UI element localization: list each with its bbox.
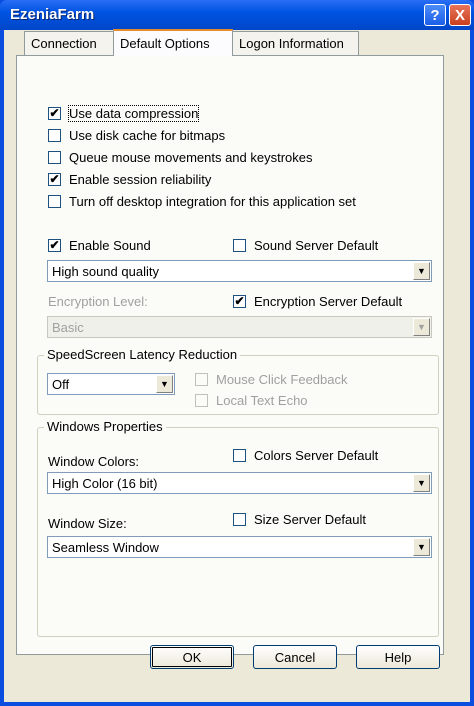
size-server-default-checkbox[interactable] bbox=[233, 512, 246, 526]
mouse-click-feedback-option[interactable]: Mouse Click Feedback bbox=[195, 370, 348, 388]
tab-default-options-label: Default Options bbox=[120, 36, 210, 51]
sound-server-default-option[interactable]: Sound Server Default bbox=[233, 236, 378, 254]
encryption-level-label: Encryption Level: bbox=[48, 293, 148, 309]
window-colors-label: Window Colors: bbox=[48, 453, 140, 469]
desktop-integration-label: Turn off desktop integration for this ap… bbox=[69, 193, 356, 209]
colors-server-default-label: Colors Server Default bbox=[254, 447, 379, 463]
use-compression-label: Use data compression bbox=[67, 104, 200, 122]
encryption-level-select[interactable]: Basic ▼ bbox=[47, 316, 432, 338]
size-server-default-label: Size Server Default bbox=[254, 511, 366, 527]
encryption-level-row: Encryption Level: bbox=[48, 292, 148, 310]
chevron-down-icon[interactable]: ▼ bbox=[413, 262, 430, 280]
ok-button-label: OK bbox=[182, 649, 202, 665]
window-size-select[interactable]: Seamless Window ▼ bbox=[47, 536, 432, 558]
window-colors-value: High Color (16 bit) bbox=[52, 475, 158, 491]
sound-server-default-label: Sound Server Default bbox=[254, 237, 379, 253]
desktop-integration-checkbox[interactable] bbox=[48, 194, 61, 208]
help-titlebar-button[interactable]: ? bbox=[424, 4, 446, 26]
encryption-server-default-checkbox[interactable]: ✔ bbox=[233, 294, 246, 308]
disk-cache-checkbox[interactable] bbox=[48, 128, 61, 142]
use-compression-checkbox[interactable]: ✔ bbox=[48, 106, 61, 120]
encryption-level-value: Basic bbox=[52, 319, 84, 335]
tab-connection[interactable]: Connection bbox=[24, 31, 114, 55]
colors-server-default-checkbox[interactable] bbox=[233, 448, 246, 462]
cancel-button[interactable]: Cancel bbox=[253, 645, 337, 669]
tab-default-options[interactable]: Default Options bbox=[113, 29, 233, 56]
window-size-value: Seamless Window bbox=[52, 539, 159, 555]
queue-mouse-option[interactable]: Queue mouse movements and keystrokes bbox=[48, 148, 313, 166]
session-reliability-checkbox[interactable]: ✔ bbox=[48, 172, 61, 186]
ok-button[interactable]: OK bbox=[150, 645, 234, 669]
local-text-echo-label: Local Text Echo bbox=[216, 392, 308, 408]
enable-sound-label: Enable Sound bbox=[69, 237, 151, 253]
enable-sound-checkbox[interactable]: ✔ bbox=[48, 238, 61, 252]
speedscreen-mode-select[interactable]: Off ▼ bbox=[47, 373, 175, 395]
queue-mouse-label: Queue mouse movements and keystrokes bbox=[69, 149, 313, 165]
tab-logon-information[interactable]: Logon Information bbox=[232, 31, 359, 55]
desktop-integration-option[interactable]: Turn off desktop integration for this ap… bbox=[48, 192, 356, 210]
encryption-server-default-label: Encryption Server Default bbox=[254, 293, 403, 309]
tab-logon-information-label: Logon Information bbox=[239, 36, 344, 51]
close-button[interactable]: X bbox=[449, 4, 471, 26]
mouse-click-feedback-checkbox[interactable] bbox=[195, 372, 208, 386]
local-text-echo-checkbox[interactable] bbox=[195, 393, 208, 407]
close-icon: X bbox=[454, 6, 465, 24]
speedscreen-group-title: SpeedScreen Latency Reduction bbox=[44, 347, 241, 362]
chevron-down-icon[interactable]: ▼ bbox=[413, 318, 430, 336]
sound-quality-select[interactable]: High sound quality ▼ bbox=[47, 260, 432, 282]
speedscreen-mode-value: Off bbox=[52, 376, 70, 392]
session-reliability-option[interactable]: ✔ Enable session reliability bbox=[48, 170, 211, 188]
window-title: EzeniaFarm bbox=[10, 6, 95, 23]
local-text-echo-option[interactable]: Local Text Echo bbox=[195, 391, 308, 409]
use-compression-option[interactable]: ✔ Use data compression bbox=[48, 104, 200, 122]
chevron-down-icon[interactable]: ▼ bbox=[413, 538, 430, 556]
mouse-click-feedback-label: Mouse Click Feedback bbox=[216, 371, 348, 387]
size-server-default-option[interactable]: Size Server Default bbox=[233, 510, 366, 528]
tab-connection-label: Connection bbox=[31, 36, 97, 51]
chevron-down-icon[interactable]: ▼ bbox=[413, 474, 430, 492]
queue-mouse-checkbox[interactable] bbox=[48, 150, 61, 164]
encryption-server-default-option[interactable]: ✔ Encryption Server Default bbox=[233, 292, 402, 310]
windows-properties-group-title: Windows Properties bbox=[44, 419, 166, 434]
enable-sound-option[interactable]: ✔ Enable Sound bbox=[48, 236, 151, 254]
window-size-label: Window Size: bbox=[48, 515, 127, 531]
disk-cache-label: Use disk cache for bitmaps bbox=[69, 127, 226, 143]
disk-cache-option[interactable]: Use disk cache for bitmaps bbox=[48, 126, 225, 144]
colors-server-default-option[interactable]: Colors Server Default bbox=[233, 446, 378, 464]
sound-quality-value: High sound quality bbox=[52, 263, 159, 279]
window-size-row: Window Size: bbox=[48, 514, 127, 532]
cancel-button-label: Cancel bbox=[274, 649, 316, 665]
window-colors-row: Window Colors: bbox=[48, 452, 139, 470]
window-colors-select[interactable]: High Color (16 bit) ▼ bbox=[47, 472, 432, 494]
chevron-down-icon[interactable]: ▼ bbox=[156, 375, 173, 393]
sound-server-default-checkbox[interactable] bbox=[233, 238, 246, 252]
session-reliability-label: Enable session reliability bbox=[69, 171, 212, 187]
help-button[interactable]: Help bbox=[356, 645, 440, 669]
help-button-label: Help bbox=[384, 649, 412, 665]
title-bar[interactable]: EzeniaFarm ? X bbox=[0, 0, 474, 30]
question-icon: ? bbox=[430, 6, 440, 24]
